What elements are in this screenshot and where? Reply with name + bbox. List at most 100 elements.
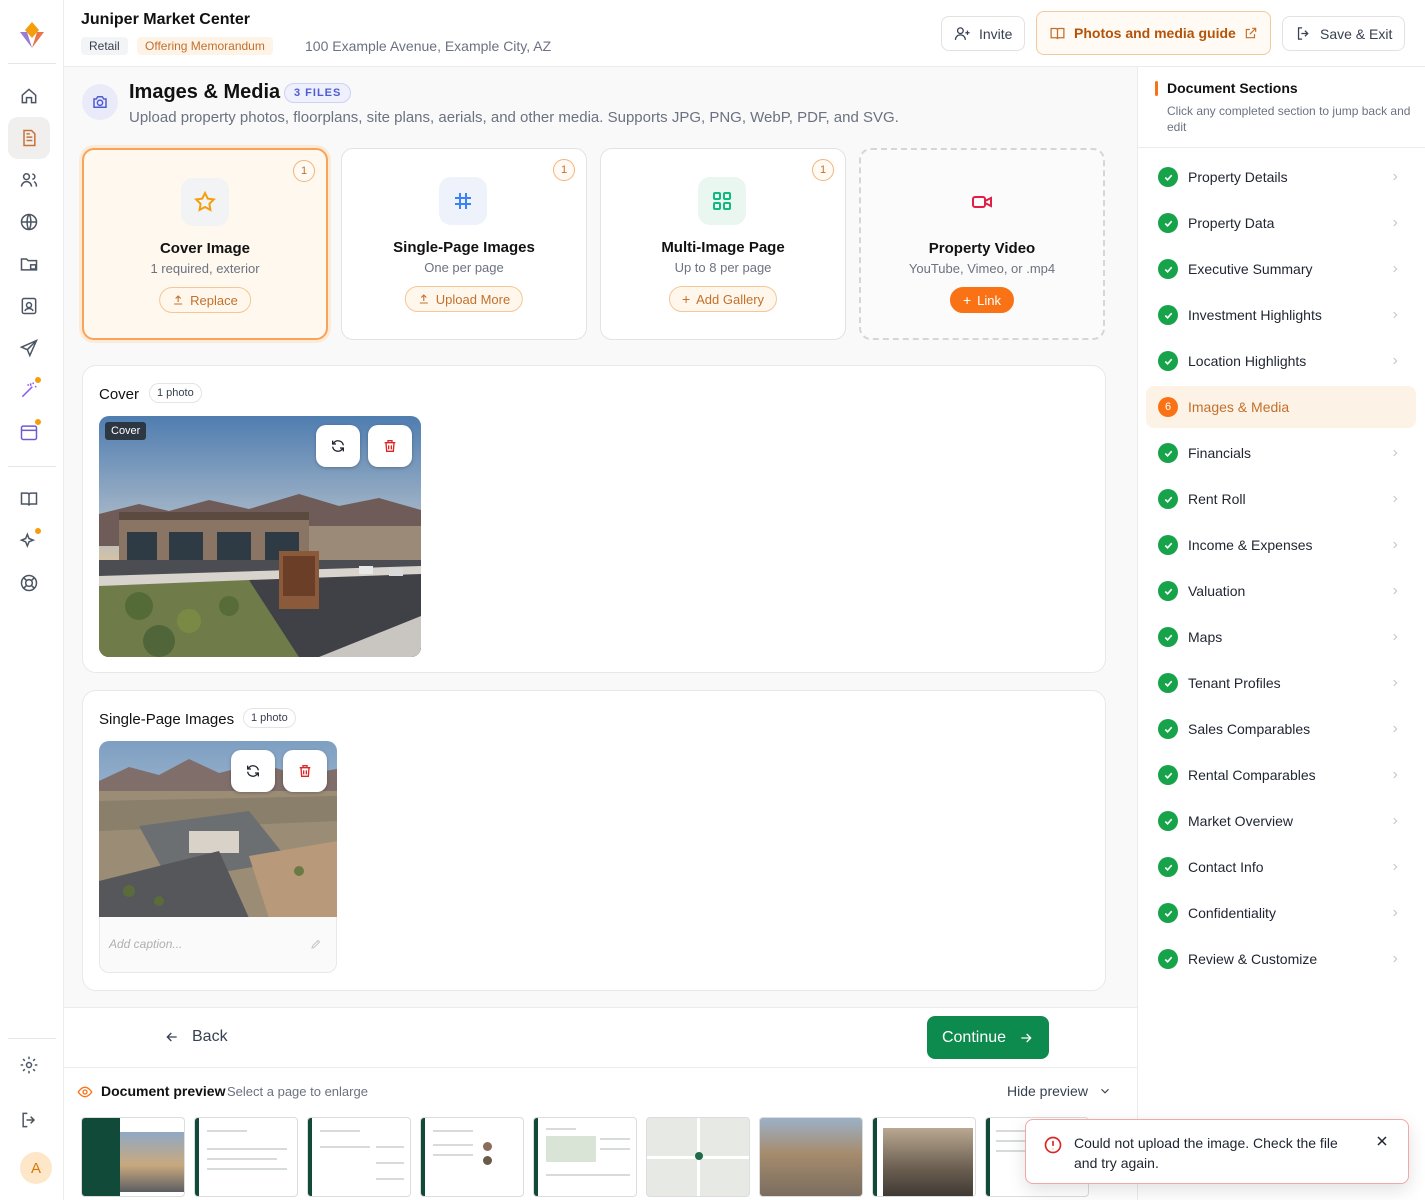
sidebar-item[interactable]: Property Data: [1146, 202, 1416, 244]
preview-page-thumbnail[interactable]: [194, 1117, 298, 1197]
home-icon[interactable]: [8, 75, 50, 117]
book-icon[interactable]: [8, 478, 50, 520]
replace-photo-button[interactable]: [316, 425, 360, 467]
card-subtitle: One per page: [424, 260, 504, 275]
save-exit-button[interactable]: Save & Exit: [1282, 16, 1406, 51]
sidebar-item[interactable]: Executive Summary: [1146, 248, 1416, 290]
replace-photo-button[interactable]: [231, 750, 275, 792]
sidebar-item-label: Confidentiality: [1188, 905, 1276, 921]
sidebar-item-label: Contact Info: [1188, 859, 1264, 875]
sidebar-item[interactable]: Confidentiality: [1146, 892, 1416, 934]
property-video-card[interactable]: Property Video YouTube, Vimeo, or .mp4 +…: [859, 148, 1105, 340]
grid-icon: [698, 177, 746, 225]
arrow-left-icon: [166, 1032, 177, 1042]
sidebar-item[interactable]: Rent Roll: [1146, 478, 1416, 520]
delete-photo-button[interactable]: [368, 425, 412, 467]
sidebar-item-label: Investment Highlights: [1188, 307, 1322, 323]
sidebar-item[interactable]: Investment Highlights: [1146, 294, 1416, 336]
sidebar-header: Document Sections Click any completed se…: [1138, 67, 1425, 148]
page-subtitle: Upload property photos, floorplans, site…: [129, 109, 899, 126]
calendar-icon[interactable]: [8, 411, 50, 453]
card-title: Property Video: [928, 240, 1036, 257]
step-navigation: Back Continue: [64, 1007, 1137, 1067]
send-icon[interactable]: [8, 327, 50, 369]
chevron-right-icon: [1390, 494, 1400, 504]
preview-page-thumbnail[interactable]: [872, 1117, 976, 1197]
sidebar-item[interactable]: Review & Customize: [1146, 938, 1416, 980]
single-page-images-panel: Single-Page Images 1 photo Add caption..…: [82, 690, 1106, 991]
plus-icon: +: [962, 292, 972, 308]
preview-page-thumbnail[interactable]: [307, 1117, 411, 1197]
replace-button[interactable]: Replace: [159, 287, 251, 313]
continue-button[interactable]: Continue: [927, 1016, 1049, 1059]
back-button[interactable]: Back: [164, 1028, 228, 1046]
sidebar-item[interactable]: Sales Comparables: [1146, 708, 1416, 750]
hide-preview-button[interactable]: Hide preview: [1007, 1083, 1112, 1099]
sidebar-item[interactable]: Financials: [1146, 432, 1416, 474]
sidebar-item[interactable]: Property Details: [1146, 156, 1416, 198]
document-icon[interactable]: [8, 117, 50, 159]
sidebar-item[interactable]: 6 Images & Media: [1146, 386, 1416, 428]
globe-icon[interactable]: [8, 201, 50, 243]
app-logo[interactable]: [15, 18, 49, 52]
single-page-images-card[interactable]: 1 Single-Page Images One per page Upload…: [341, 148, 587, 340]
chevron-right-icon: [1390, 816, 1400, 826]
arrow-right-icon: [1021, 1033, 1032, 1042]
count-badge: 1: [293, 160, 315, 182]
sidebar-subtitle: Click any completed section to jump back…: [1167, 104, 1411, 134]
sidebar-item[interactable]: Tenant Profiles: [1146, 662, 1416, 704]
sidebar-item[interactable]: Contact Info: [1146, 846, 1416, 888]
sidebar-item[interactable]: Valuation: [1146, 570, 1416, 612]
preview-page-thumbnail[interactable]: [759, 1117, 863, 1197]
contact-card-icon[interactable]: [8, 285, 50, 327]
sidebar-item[interactable]: Location Highlights: [1146, 340, 1416, 382]
chevron-right-icon: [1390, 908, 1400, 918]
help-lifebuoy-icon[interactable]: [8, 562, 50, 604]
media-guide-button[interactable]: Photos and media guide: [1036, 11, 1271, 55]
trash-icon: [384, 440, 396, 452]
users-icon[interactable]: [8, 159, 50, 201]
sidebar-item[interactable]: Income & Expenses: [1146, 524, 1416, 566]
caption-input[interactable]: Add caption...: [99, 917, 337, 973]
trash-icon: [299, 765, 311, 777]
sidebar-item[interactable]: Market Overview: [1146, 800, 1416, 842]
sidebar-item-label: Rental Comparables: [1188, 767, 1316, 783]
user-avatar[interactable]: A: [20, 1152, 52, 1184]
folder-lock-icon[interactable]: [8, 243, 50, 285]
chevron-right-icon: [1390, 218, 1400, 228]
chevron-down-icon: [1101, 1088, 1109, 1094]
upload-more-button[interactable]: Upload More: [404, 286, 524, 312]
delete-photo-button[interactable]: [283, 750, 327, 792]
logout-icon[interactable]: [8, 1099, 50, 1141]
cover-image-card[interactable]: 1 Cover Image 1 required, exterior Repla…: [82, 148, 328, 340]
preview-page-thumbnail[interactable]: [646, 1117, 750, 1197]
cover-photo[interactable]: Cover: [99, 416, 421, 657]
external-link-icon: [1245, 27, 1257, 39]
camera-icon: [82, 84, 118, 120]
sparkles-icon[interactable]: [8, 520, 50, 562]
preview-page-thumbnail[interactable]: [420, 1117, 524, 1197]
step-number-badge: 6: [1158, 397, 1178, 417]
single-page-photo[interactable]: [99, 741, 337, 918]
preview-page-thumbnail[interactable]: [81, 1117, 185, 1197]
add-gallery-button[interactable]: + Add Gallery: [668, 286, 778, 312]
chevron-right-icon: [1390, 724, 1400, 734]
document-preview: Document preview Select a page to enlarg…: [64, 1067, 1137, 1200]
check-circle-icon: [1158, 811, 1178, 831]
check-circle-icon: [1158, 535, 1178, 555]
card-subtitle: YouTube, Vimeo, or .mp4: [908, 261, 1056, 276]
exit-icon: [1297, 27, 1309, 40]
preview-page-thumbnail[interactable]: [533, 1117, 637, 1197]
panel-title: Cover: [99, 386, 140, 403]
cover-panel: Cover 1 photo Cover: [82, 365, 1106, 673]
magic-wand-icon[interactable]: [8, 369, 50, 411]
link-video-button[interactable]: + Link: [949, 287, 1015, 313]
sidebar-item[interactable]: Maps: [1146, 616, 1416, 658]
sidebar-item[interactable]: Rental Comparables: [1146, 754, 1416, 796]
close-icon[interactable]: [1374, 1133, 1390, 1149]
settings-gear-icon[interactable]: [8, 1044, 50, 1086]
multi-image-page-card[interactable]: 1 Multi-Image Page Up to 8 per page + Add…: [600, 148, 846, 340]
photo-count-badge: 1 photo: [149, 383, 202, 403]
top-bar: Juniper Market Center Retail Offering Me…: [64, 0, 1425, 67]
invite-button[interactable]: Invite: [941, 16, 1026, 51]
